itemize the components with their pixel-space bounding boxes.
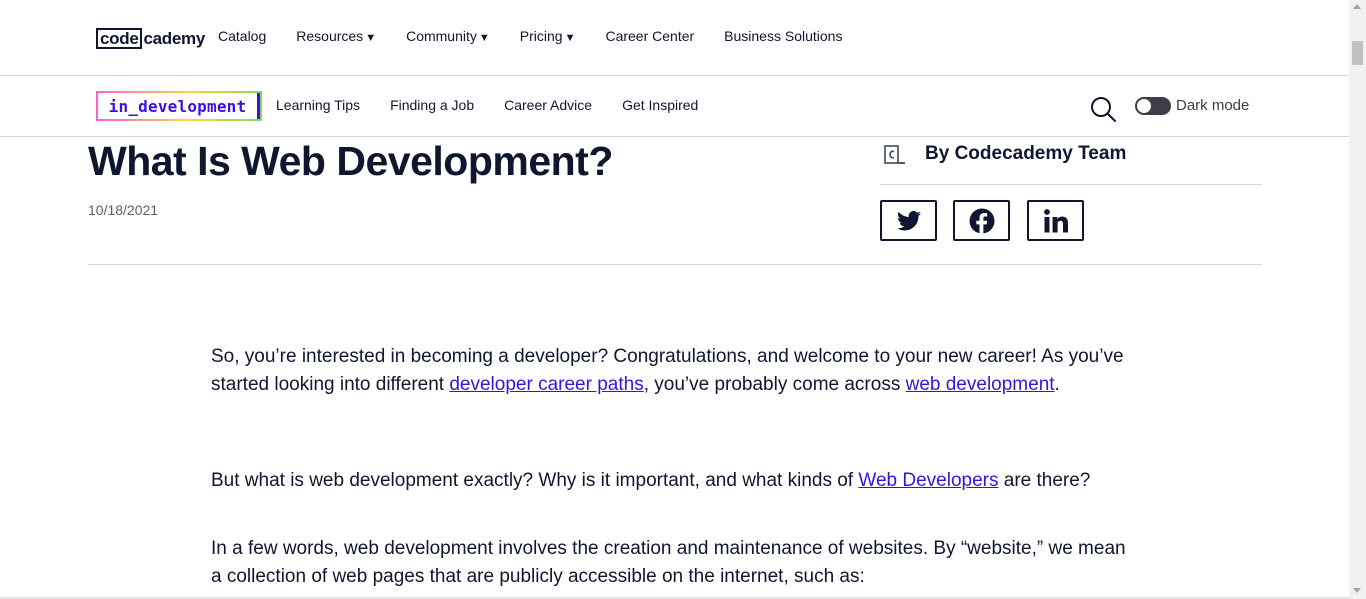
facebook-icon — [969, 208, 994, 234]
blog-navigation: in_development Learning Tips Finding a J… — [0, 76, 1349, 137]
article-paragraph: In a few words, web development involves… — [211, 535, 1131, 591]
brand-inner: in_development — [98, 93, 260, 119]
nav-resources-label: Resources — [296, 28, 364, 44]
web-development-link[interactable]: web development — [906, 374, 1055, 395]
nav-career-center[interactable]: Career Center — [605, 28, 694, 44]
search-icon[interactable] — [1089, 95, 1117, 123]
paragraph-text: In a few words, web development involves… — [211, 538, 1126, 587]
share-linkedin-button[interactable] — [1027, 200, 1084, 241]
dark-mode-toggle[interactable] — [1135, 97, 1171, 115]
article-paragraph: So, you’re interested in becoming a deve… — [211, 343, 1131, 399]
nav-business-solutions[interactable]: Business Solutions — [724, 28, 842, 44]
nav-community-label: Community — [406, 28, 477, 44]
header-divider — [88, 264, 1262, 265]
paragraph-text: But what is web development exactly? Why… — [211, 470, 859, 491]
codecademy-logo[interactable]: code cademy — [96, 27, 205, 49]
article-title: What Is Web Development? — [88, 138, 613, 184]
developer-career-paths-link[interactable]: developer career paths — [449, 374, 643, 395]
nav-pricing[interactable]: Pricing ▼ — [520, 28, 576, 44]
caret-down-icon: ▼ — [365, 32, 377, 44]
logo-code: code — [96, 27, 143, 49]
caret-down-icon: ▼ — [564, 32, 576, 44]
codecademy-avatar-icon — [884, 145, 906, 165]
top-nav-links: Catalog Resources ▼ Community ▼ Pricing ▼ C… — [218, 28, 872, 44]
article-date: 10/18/2021 — [88, 202, 159, 218]
blog-nav-links: Learning Tips Finding a Job Career Advic… — [276, 97, 728, 113]
article-author[interactable]: By Codecademy Team — [925, 143, 1126, 165]
dark-mode-label: Dark mode — [1176, 97, 1250, 114]
vertical-scrollbar[interactable] — [1349, 0, 1366, 599]
paragraph-text: are there? — [998, 470, 1091, 491]
caret-down-icon: ▼ — [478, 32, 490, 44]
scroll-down-arrow-icon[interactable] — [1353, 588, 1361, 593]
share-facebook-button[interactable] — [953, 200, 1010, 241]
author-divider — [880, 184, 1262, 185]
share-twitter-button[interactable] — [880, 200, 937, 241]
in-development-logo[interactable]: in_development — [96, 91, 262, 121]
nav-get-inspired[interactable]: Get Inspired — [622, 97, 698, 113]
twitter-icon — [896, 210, 921, 230]
nav-career-center-label: Career Center — [605, 28, 695, 44]
nav-pricing-label: Pricing — [519, 28, 563, 44]
nav-career-advice[interactable]: Career Advice — [504, 97, 592, 113]
toggle-knob — [1137, 99, 1151, 113]
nav-catalog[interactable]: Catalog — [218, 28, 266, 44]
nav-business-solutions-label: Business Solutions — [724, 28, 843, 44]
nav-finding-a-job[interactable]: Finding a Job — [390, 97, 474, 113]
nav-community[interactable]: Community ▼ — [406, 28, 490, 44]
article-paragraph: But what is web development exactly? Why… — [211, 467, 1131, 495]
paragraph-text: . — [1054, 374, 1060, 395]
nav-resources[interactable]: Resources ▼ — [296, 28, 376, 44]
brand-text: in_development — [108, 96, 247, 116]
scroll-up-arrow-icon[interactable] — [1353, 4, 1361, 9]
top-navigation: code cademy Catalog Resources ▼ Community ▼… — [0, 0, 1349, 76]
paragraph-text: , you’ve probably come across — [643, 374, 906, 395]
scrollbar-thumb[interactable] — [1352, 41, 1363, 65]
web-developers-link[interactable]: Web Developers — [858, 470, 998, 491]
nav-learning-tips[interactable]: Learning Tips — [276, 97, 360, 113]
nav-catalog-label: Catalog — [218, 28, 267, 44]
logo-cademy: cademy — [143, 28, 206, 48]
linkedin-icon — [1043, 208, 1068, 232]
